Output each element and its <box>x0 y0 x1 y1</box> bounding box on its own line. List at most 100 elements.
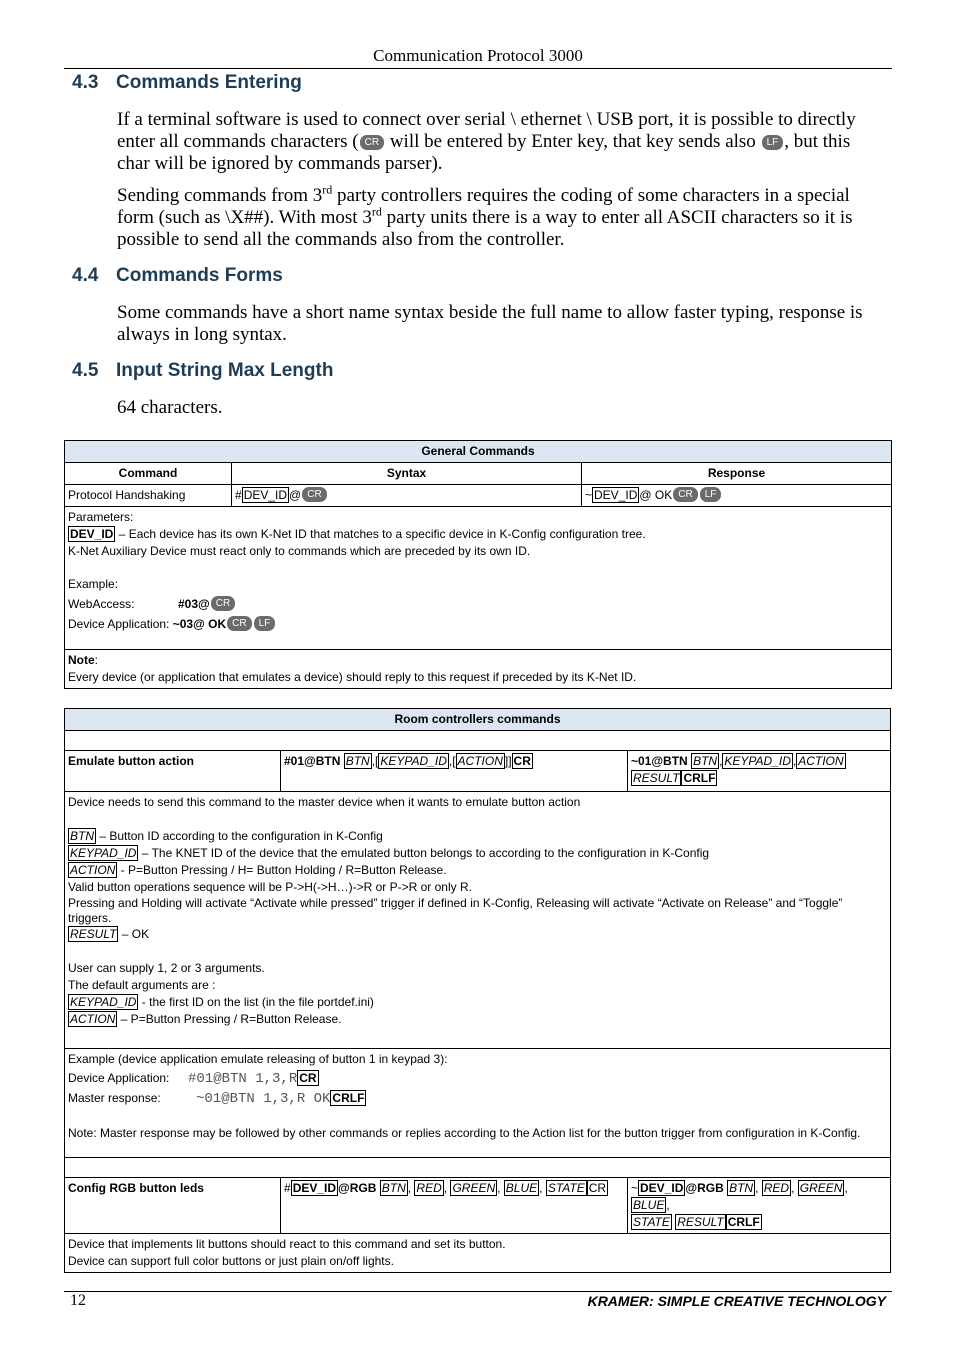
param-keypad-id: KEYPAD_ID <box>68 845 139 861</box>
spacer-row <box>64 730 891 751</box>
text: – Each device has its own K-Net ID that … <box>115 527 646 541</box>
section-number: 4.5 <box>72 360 99 381</box>
table-row: Config RGB button leds # DEV_ID @RGB BTN, … <box>64 1177 891 1234</box>
syntax-cell: #01@BTN BTN ,[KEYPAD_ID ,[ACTION]] CR <box>280 750 628 792</box>
command-cell: Protocol Handshaking <box>64 484 232 507</box>
cr-icon: CR <box>586 1180 609 1196</box>
table-title: Room controllers commands <box>64 708 891 731</box>
text: @ <box>289 488 302 502</box>
section-title: Commands Entering <box>116 72 302 93</box>
response-cell: ~ DEV_ID @RGB BTN, RED, GREEN, BLUE, STATE … <box>627 1177 891 1234</box>
paragraph-commands-forms: Some commands have a short name syntax b… <box>117 302 863 345</box>
param-action: ACTION <box>68 1011 118 1027</box>
text: Sending commands from 3 <box>117 185 323 206</box>
cr-icon: CR <box>673 487 698 502</box>
crlf-icon: CRLF <box>330 1090 367 1106</box>
crlf-icon: CRLF <box>725 1214 762 1230</box>
paragraph-max-length: 64 characters. <box>117 397 223 418</box>
default-action: ACTION – P=Button Pressing / R=Button Re… <box>68 1011 887 1028</box>
param-keypad-id: KEYPAD_ID <box>722 753 793 769</box>
footer-brand: KRAMER: SIMPLE CREATIVE TECHNOLOGY <box>587 1293 886 1309</box>
description: Device needs to send this command to the… <box>68 795 581 809</box>
note-label: Note <box>68 653 95 667</box>
param-state: STATE <box>545 1180 587 1196</box>
label: Device Application: <box>68 617 173 631</box>
param-action: ACTION <box>796 753 846 769</box>
section-heading-4-4: 4.4 Commands Forms <box>72 265 283 287</box>
example-label: Example: <box>68 577 119 591</box>
superscript: rd <box>371 204 382 219</box>
column-header-response: Response <box>581 462 892 485</box>
param-keypad-id: KEYPAD_ID <box>378 753 449 769</box>
description-cell: Device that implements lit buttons shoul… <box>64 1233 891 1273</box>
description: Device can support full color buttons or… <box>68 1254 394 1268</box>
param-btn-desc: BTN – Button ID according to the configu… <box>68 828 887 845</box>
note-text: Every device (or application that emulat… <box>68 670 637 684</box>
param-dev-id: DEV_ID <box>241 487 290 503</box>
triggers-text: Pressing and Holding will activate “Acti… <box>68 896 843 925</box>
param-dev-id: DEV_ID <box>638 1180 686 1196</box>
syntax-cell: # DEV_ID @ CR <box>231 484 582 507</box>
param-red: RED <box>761 1180 792 1196</box>
example-cell: Example (device application emulate rele… <box>64 1048 891 1158</box>
superscript: rd <box>322 182 333 197</box>
default-keypad: KEYPAD_ID - the first ID on the list (in… <box>68 994 887 1011</box>
parameters-label: Parameters: <box>68 510 134 524</box>
text: @ OK <box>639 488 673 502</box>
page-number: 12 <box>70 1292 86 1309</box>
defaults-text: The default arguments are : <box>68 978 216 992</box>
param-result: RESULT <box>68 926 119 942</box>
value: #01@BTN 1,3,R <box>188 1071 298 1087</box>
table-title: General Commands <box>64 440 892 463</box>
paragraph-third-party: Sending commands from 3rd party controll… <box>117 182 877 251</box>
example-title: Example (device application emulate rele… <box>68 1052 448 1066</box>
param-note: K-Net Auxiliary Device must react only t… <box>68 544 531 558</box>
param-dev-id: DEV_ID <box>68 526 116 542</box>
section-number: 4.3 <box>72 72 99 93</box>
general-commands-table: General Commands Command Syntax Response… <box>64 440 892 689</box>
param-action: ACTION <box>68 862 118 878</box>
section-heading-4-5: 4.5 Input String Max Length <box>72 360 333 382</box>
sequence-text: Valid button operations sequence will be… <box>68 880 472 894</box>
parameters-cell: Parameters: DEV_ID – Each device has its… <box>64 506 892 650</box>
param-dev-id: DEV_ID <box>592 487 640 503</box>
example-device: Device Application: ~03@ OK CR LF <box>68 616 888 633</box>
param-blue: BLUE <box>503 1180 540 1196</box>
param-btn: BTN <box>379 1180 408 1196</box>
label: Master response: <box>68 1091 161 1105</box>
param-green: GREEN <box>450 1180 498 1196</box>
header-rule <box>64 68 892 69</box>
text: - P=Button Pressing / H= Button Holding … <box>117 863 447 877</box>
example-device: Device Application: #01@BTN 1,3,R CR <box>68 1070 887 1088</box>
text: @RGB <box>338 1181 380 1195</box>
param-result: RESULT <box>675 1214 726 1230</box>
param-action: ACTION <box>455 753 505 769</box>
param-btn: BTN <box>691 753 720 769</box>
text: ~ <box>631 1181 639 1195</box>
param-blue: BLUE <box>631 1197 667 1213</box>
text: – OK <box>118 927 150 941</box>
param-btn: BTN <box>343 753 372 769</box>
param-desc: DEV_ID – Each device has its own K-Net I… <box>68 526 888 543</box>
param-action-desc: ACTION - P=Button Pressing / H= Button H… <box>68 862 887 879</box>
lf-icon: LF <box>699 487 722 502</box>
param-keypad-id: KEYPAD_ID <box>68 994 139 1010</box>
room-controllers-table: Room controllers commands Emulate button… <box>64 708 891 1273</box>
text: – P=Button Pressing / R=Button Release. <box>117 1012 342 1026</box>
column-header-syntax: Syntax <box>231 462 582 485</box>
section-heading-4-3: 4.3 Commands Entering <box>72 72 302 94</box>
table-row: Protocol Handshaking # DEV_ID @ CR ~ DEV_ID @… <box>64 484 892 507</box>
table-row: Emulate button action #01@BTN BTN ,[KEYPA… <box>64 750 891 792</box>
text: #01@BTN <box>284 754 344 768</box>
text: ~01@BTN <box>631 754 692 768</box>
section-number: 4.4 <box>72 265 99 286</box>
cr-icon: CR <box>302 487 327 502</box>
text: will be entered by Enter key, that key s… <box>385 131 761 152</box>
cr-icon: CR <box>210 596 236 611</box>
text: @RGB <box>685 1181 728 1195</box>
text: – The KNET ID of the device that the emu… <box>138 846 710 860</box>
text: ~ <box>585 488 593 502</box>
lf-icon: LF <box>761 135 784 150</box>
command-cell: Emulate button action <box>64 750 281 792</box>
note-cell: Note: Every device (or application that … <box>64 649 892 689</box>
